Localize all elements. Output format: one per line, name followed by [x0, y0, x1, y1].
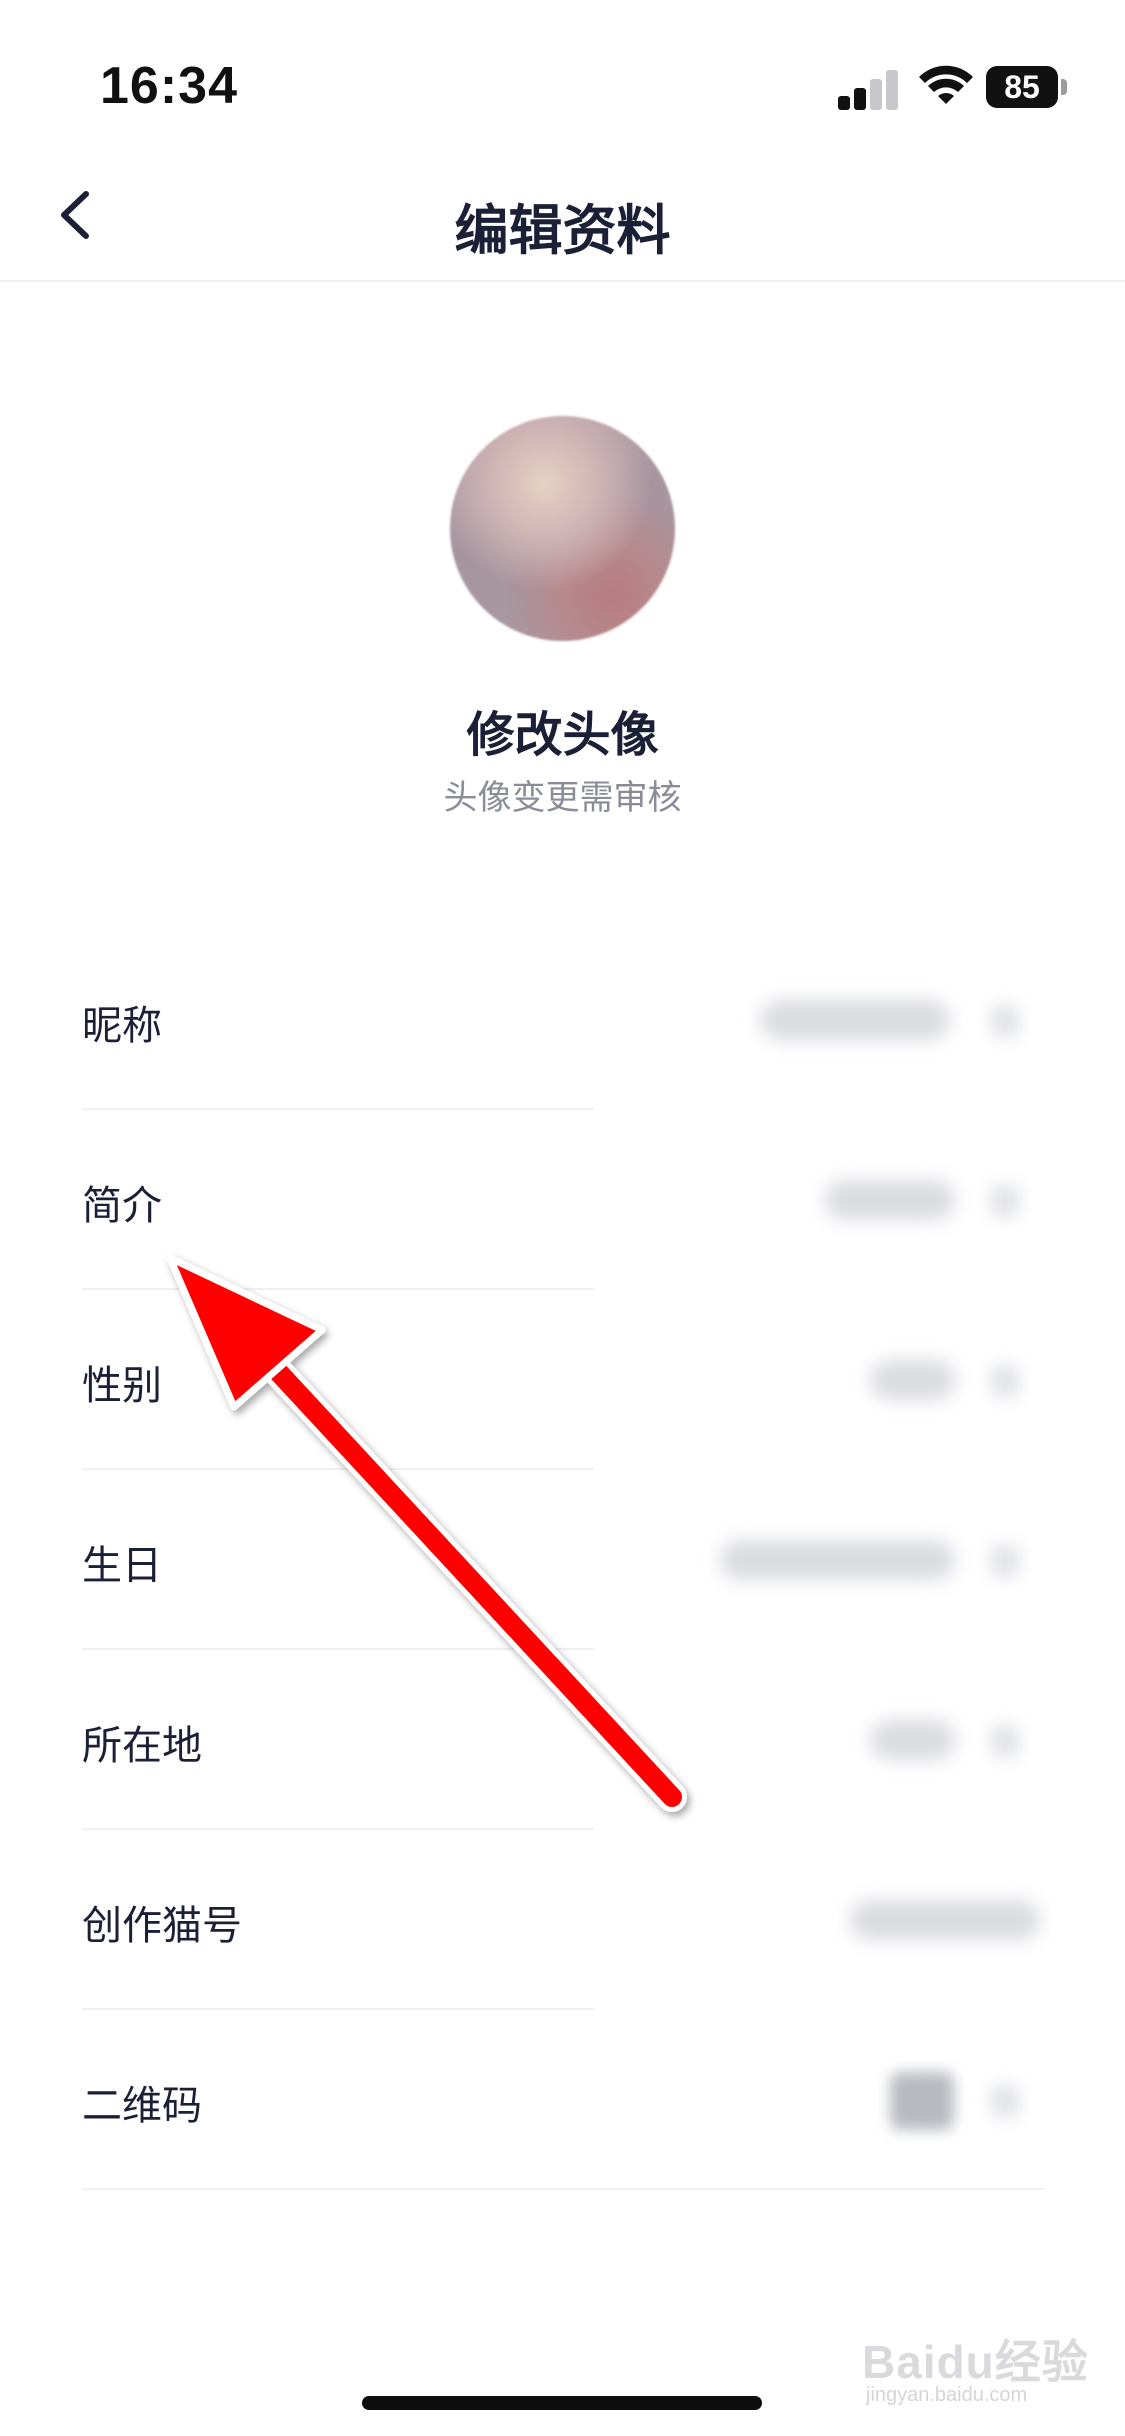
row-label: 简介 [82, 1184, 162, 1228]
row-value-blurred [850, 1900, 1040, 1940]
settings-row-gender[interactable]: 性别 [0, 1290, 1125, 1470]
status-time: 16:34 [100, 57, 238, 115]
row-value-blurred [825, 1180, 955, 1220]
row-value-blurred [870, 1720, 955, 1760]
settings-row-nickname[interactable]: 昵称 [0, 930, 1125, 1110]
avatar[interactable] [450, 416, 675, 641]
change-avatar-button[interactable]: 修改头像 [0, 695, 1125, 765]
baidu-watermark-logo: Baidu经验 [862, 2336, 1089, 2388]
row-label: 二维码 [82, 2084, 202, 2128]
chevron-right-icon [990, 1364, 1020, 1398]
home-indicator[interactable] [362, 2396, 762, 2410]
battery-level: 85 [986, 66, 1058, 108]
settings-row-creator-id[interactable]: 创作猫号 [0, 1830, 1125, 2010]
row-label: 所在地 [82, 1724, 202, 1768]
settings-row-birthday[interactable]: 生日 [0, 1470, 1125, 1650]
wifi-icon [919, 65, 973, 104]
settings-row-location[interactable]: 所在地 [0, 1650, 1125, 1830]
nav-bar: 编辑资料 [0, 150, 1125, 282]
status-bar: 16:34 85 [0, 0, 1125, 150]
chevron-right-icon [990, 1724, 1020, 1758]
row-value-blurred [870, 1360, 955, 1400]
profile-settings-list: 昵称 简介 性别 生日 所在地 创作猫号 二维码 [0, 930, 1125, 2190]
cellular-signal-icon [838, 68, 900, 110]
chevron-right-icon [990, 1004, 1020, 1038]
settings-row-bio[interactable]: 简介 [0, 1110, 1125, 1290]
chevron-right-icon [990, 1544, 1020, 1578]
divider [82, 2188, 1044, 2190]
row-value-blurred [720, 1540, 955, 1580]
row-label: 性别 [82, 1364, 162, 1408]
row-label: 生日 [82, 1544, 162, 1588]
row-label: 昵称 [82, 1004, 162, 1048]
settings-row-qr-code[interactable]: 二维码 [0, 2010, 1125, 2190]
qr-code-icon [890, 2072, 954, 2130]
battery-icon: 85 [986, 66, 1068, 108]
row-value-blurred [760, 1000, 950, 1040]
chevron-right-icon [990, 2084, 1020, 2118]
page-title: 编辑资料 [454, 201, 671, 261]
chevron-right-icon [990, 1184, 1020, 1218]
avatar-review-note: 头像变更需审核 [443, 779, 682, 817]
row-label: 创作猫号 [82, 1904, 242, 1948]
watermark-url: jingyan.baidu.com [866, 2384, 1028, 2406]
